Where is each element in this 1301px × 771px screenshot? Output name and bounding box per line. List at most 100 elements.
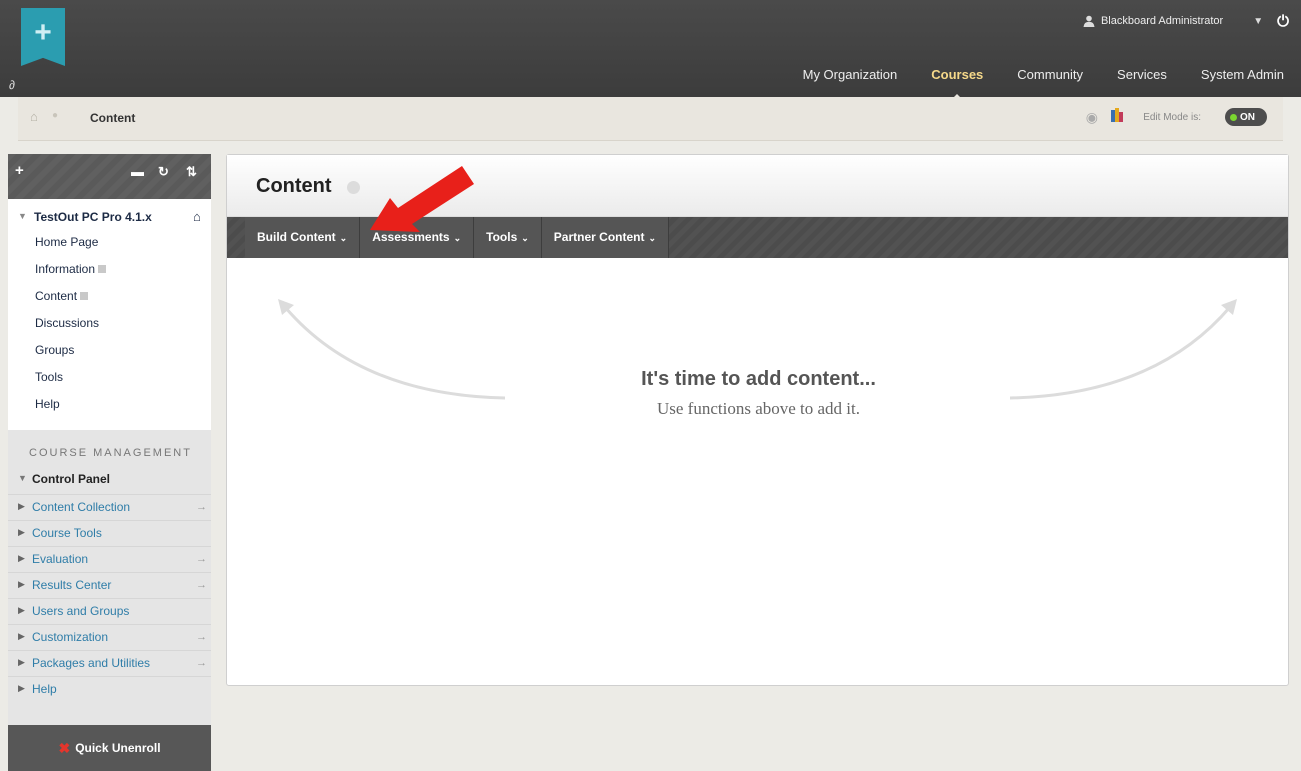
edit-mode-label: Edit Mode is: [1143, 112, 1201, 123]
cp-item-evaluation[interactable]: ▶ Evaluation → [8, 546, 211, 572]
course-link-discussions[interactable]: Discussions [8, 312, 211, 339]
refresh-icon[interactable]: ↻ [158, 164, 169, 180]
user-name[interactable]: Blackboard Administrator [1101, 15, 1223, 27]
course-link-information[interactable]: Information [8, 258, 211, 285]
course-link-label: Discussions [35, 316, 100, 330]
build-content-label: Build Content [257, 230, 336, 244]
flyout-arrow-icon: → [196, 631, 207, 643]
edit-mode-toggle[interactable]: ON [1225, 108, 1267, 126]
expand-caret-icon: ▶ [18, 579, 25, 589]
assessments-button[interactable]: Assessments ⌄ [360, 217, 475, 258]
plus-icon: + [34, 16, 52, 49]
page-title: Content [256, 175, 332, 197]
action-bar: Build Content ⌄ Assessments ⌄ Tools ⌄ Partn… [227, 217, 1288, 258]
cp-item-label: Content Collection [32, 500, 131, 514]
theme-color-icon[interactable] [1111, 108, 1123, 122]
quick-unenroll-button[interactable]: ✖ Quick Unenroll [8, 725, 211, 771]
breadcrumb-current: Content [90, 111, 136, 125]
expand-caret-icon: ▶ [18, 657, 25, 667]
flyout-arrow-icon: → [196, 579, 207, 591]
expand-caret-icon: ▶ [18, 683, 25, 693]
assessments-label: Assessments [372, 230, 450, 244]
course-management-heading: COURSE MANAGEMENT [29, 447, 192, 459]
course-link-tools[interactable]: Tools [8, 366, 211, 393]
cp-item-course-tools[interactable]: ▶ Course Tools [8, 520, 211, 546]
page-title-menu-icon[interactable] [347, 181, 360, 194]
course-link-help[interactable]: Help [8, 393, 211, 420]
flyout-arrow-icon: → [196, 657, 207, 669]
cp-item-label: Packages and Utilities [32, 656, 151, 670]
course-title-row: ▼ TestOut PC Pro 4.1.x ⌂ [8, 207, 211, 231]
partner-content-label: Partner Content [553, 230, 645, 244]
cp-item-label: Help [32, 682, 57, 696]
hidden-indicator-icon [80, 292, 89, 300]
add-menu-item-icon[interactable]: + [15, 162, 24, 179]
breadcrumb-menu-icon[interactable]: ● [52, 110, 58, 121]
flyout-arrow-icon: → [196, 501, 207, 513]
tab-community[interactable]: Community [1000, 67, 1100, 82]
user-area: Blackboard Administrator ▼ ⏻ [1083, 11, 1301, 31]
collapse-caret-icon: ▼ [18, 473, 27, 483]
partner-content-button[interactable]: Partner Content ⌄ [541, 217, 670, 258]
cp-item-label: Results Center [32, 578, 112, 592]
cp-item-label: Evaluation [32, 552, 89, 566]
course-link-content[interactable]: Content [8, 285, 211, 312]
course-menu: + ▬ ↻ ⇅ ▼ TestOut PC Pro 4.1.x ⌂ Home Pa… [8, 154, 211, 771]
expand-caret-icon: ▶ [18, 527, 25, 537]
course-link-label: Tools [35, 370, 64, 384]
chevron-down-icon: ⌄ [453, 233, 462, 243]
chevron-down-icon: ⌄ [339, 233, 348, 243]
cp-item-label: Course Tools [32, 526, 102, 540]
link-icon[interactable]: ∂ [9, 78, 15, 92]
course-home-icon[interactable]: ⌂ [193, 209, 201, 224]
home-icon[interactable]: ⌂ [30, 109, 38, 124]
blackboard-logo[interactable]: + [21, 8, 65, 66]
control-panel-label: Control Panel [32, 472, 111, 486]
course-menu-toolbar: + ▬ ↻ ⇅ [8, 154, 211, 199]
course-link-label: Content [35, 289, 78, 303]
cp-item-results-center[interactable]: ▶ Results Center → [8, 572, 211, 598]
cp-item-customization[interactable]: ▶ Customization → [8, 624, 211, 650]
flyout-arrow-icon: → [196, 553, 207, 565]
student-preview-icon[interactable]: ◉ [1086, 109, 1098, 126]
dropdown-caret-icon[interactable]: ▼ [1253, 16, 1263, 27]
expand-caret-icon: ▶ [18, 631, 25, 641]
course-link-home-page[interactable]: Home Page [8, 231, 211, 258]
unenroll-x-icon: ✖ [58, 739, 71, 756]
folder-view-icon[interactable]: ▬ [131, 164, 144, 179]
content-area: Content Build Content ⌄ Assessments ⌄ Tool… [226, 154, 1289, 686]
cp-item-users-and-groups[interactable]: ▶ Users and Groups [8, 598, 211, 624]
toggle-indicator [1230, 113, 1237, 121]
tab-system-admin[interactable]: System Admin [1184, 67, 1301, 82]
cp-item-packages-and-utilities[interactable]: ▶ Packages and Utilities → [8, 650, 211, 676]
main-navigation: My Organization Courses Community Servic… [786, 62, 1301, 104]
tools-button[interactable]: Tools ⌄ [474, 217, 542, 258]
collapse-caret-icon[interactable]: ▼ [18, 211, 27, 221]
cp-item-label: Customization [32, 630, 109, 644]
expand-caret-icon: ▶ [18, 605, 25, 615]
cp-item-content-collection[interactable]: ▶ Content Collection → [8, 494, 211, 520]
course-title[interactable]: TestOut PC Pro 4.1.x [34, 210, 152, 224]
curved-arrow-right-icon [1009, 299, 1237, 400]
quick-unenroll-label: Quick Unenroll [75, 741, 161, 755]
course-link-label: Information [35, 262, 96, 276]
tools-label: Tools [486, 230, 518, 244]
hidden-indicator-icon [98, 265, 107, 273]
curved-arrow-left-icon [278, 299, 506, 400]
chevron-down-icon: ⌄ [521, 233, 529, 243]
build-content-button[interactable]: Build Content ⌄ [245, 217, 361, 258]
tab-services[interactable]: Services [1100, 67, 1184, 82]
course-link-groups[interactable]: Groups [8, 339, 211, 366]
cp-item-help[interactable]: ▶ Help [8, 676, 211, 702]
power-icon[interactable]: ⏻ [1277, 13, 1289, 30]
expand-caret-icon: ▶ [18, 553, 25, 563]
tab-courses[interactable]: Courses [914, 67, 1000, 104]
sort-icon[interactable]: ⇅ [186, 164, 197, 180]
course-link-label: Help [35, 397, 60, 411]
control-panel-header[interactable]: ▼ Control Panel [8, 470, 211, 490]
chevron-down-icon: ⌄ [648, 233, 657, 243]
tab-my-organization[interactable]: My Organization [786, 67, 915, 82]
cp-item-label: Users and Groups [32, 604, 130, 618]
course-management-panel: COURSE MANAGEMENT ▼ Control Panel ▶ Cont… [8, 430, 211, 771]
expand-caret-icon: ▶ [18, 501, 25, 511]
